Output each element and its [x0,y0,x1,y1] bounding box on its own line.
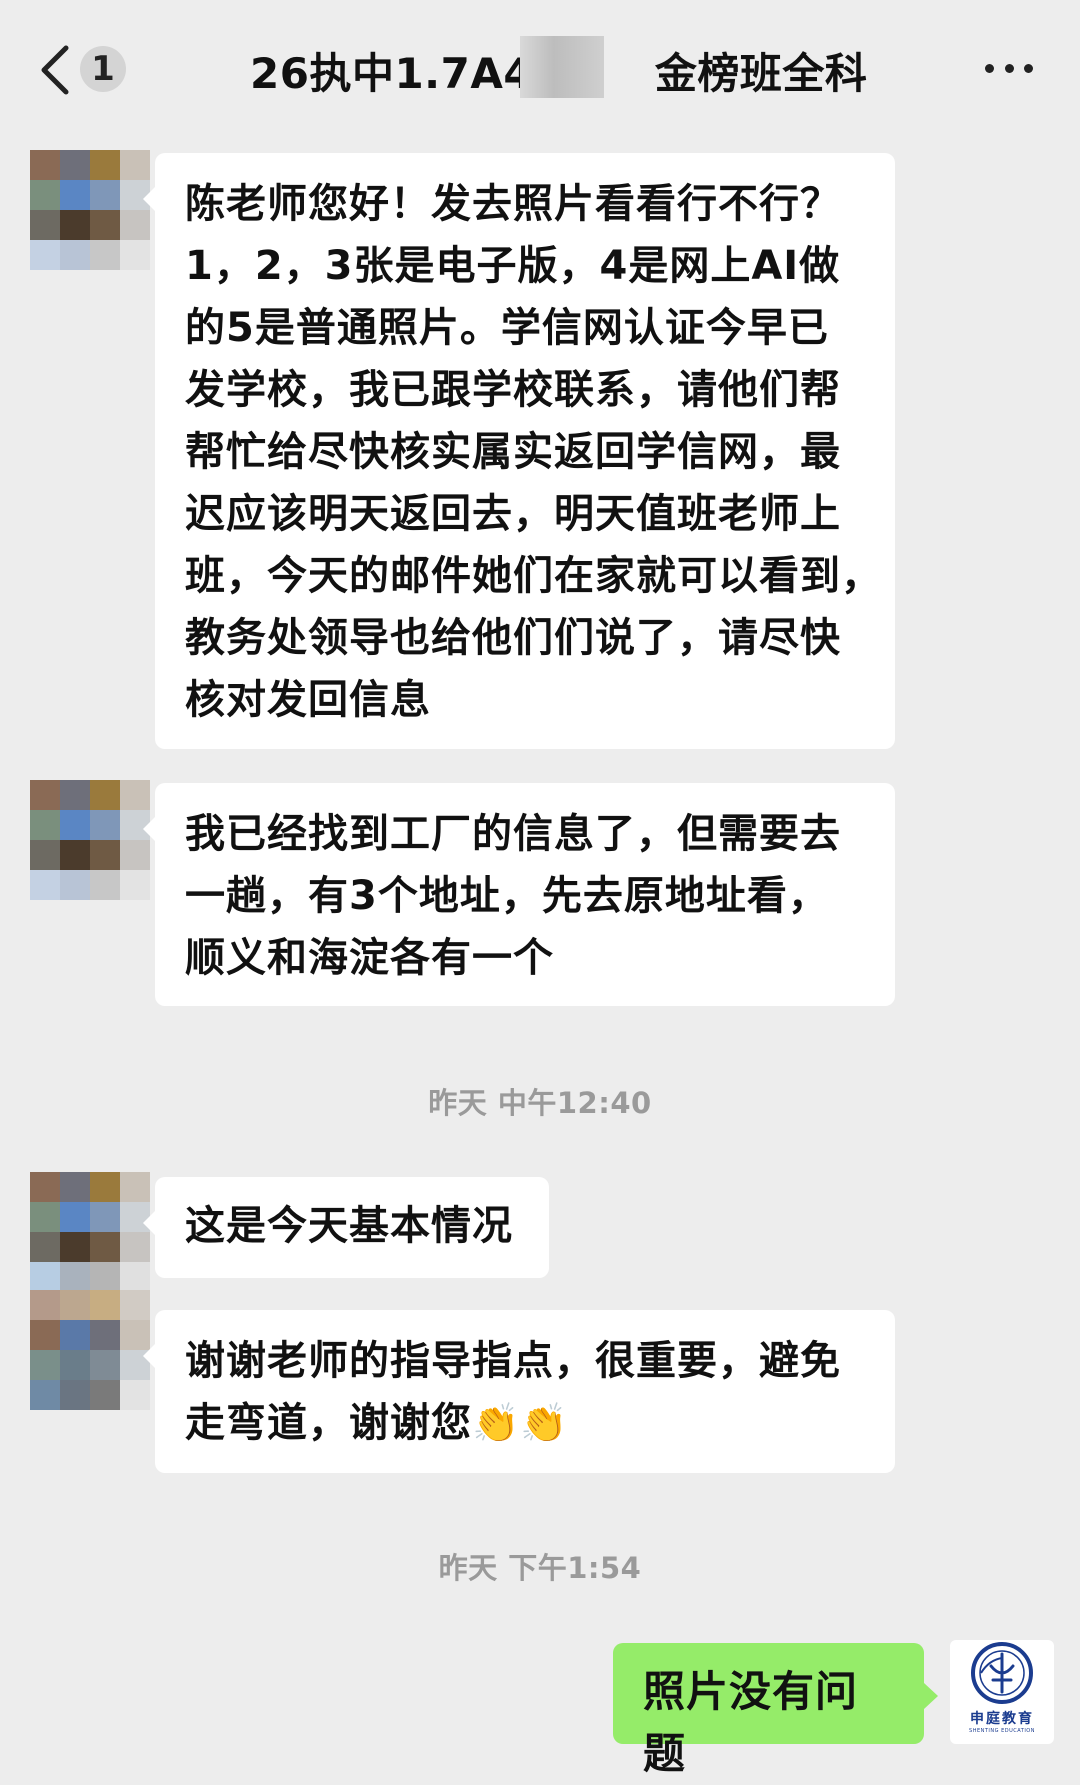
message-line: 班，今天的邮件她们在家就可以看到， [185,553,882,599]
message-line: 1，2，3张是电子版，4是网上AI做 [185,243,841,289]
message-line: 一趟，有3个地址，先去原地址看， [185,873,829,919]
unread-count-badge[interactable]: 1 [80,46,126,92]
message-bubble-outgoing[interactable]: 照片没有问题 [613,1643,938,1778]
chat-title-prefix: 26执中1.7A49 [250,49,563,98]
chat-title-suffix: 金榜班全科 [654,49,868,98]
message-line: 教务处领导也给他们们说了，请尽快 [185,615,841,661]
timestamp: 昨天 中午12:40 [428,1086,652,1120]
avatar[interactable] [30,1172,150,1292]
logo-subtitle: SHENTING EDUCATION [969,1728,1035,1734]
message-line: 我已经找到工厂的信息了，但需要去 [185,811,841,857]
avatar[interactable] [30,1290,150,1410]
message-line: 迟应该明天返回去，明天值班老师上 [185,491,841,537]
self-avatar[interactable]: 申庭教育 SHENTING EDUCATION [950,1640,1054,1744]
message-line: 发学校，我已跟学校联系，请他们帮 [185,367,841,413]
message-line: 核对发回信息 [185,677,431,723]
more-options-icon[interactable] [985,60,1033,76]
message-line: 走弯道，谢谢您👏👏 [185,1392,865,1454]
message-bubble-incoming[interactable]: 我已经找到工厂的信息了，但需要去 一趟，有3个地址，先去原地址看， 顺义和海淀各… [143,783,895,1006]
message-text: 照片没有问题 [643,1667,859,1778]
message-line: 陈老师您好！发去照片看看行不行？ [185,181,841,227]
timestamp: 昨天 下午1:54 [438,1551,642,1585]
top-bar: 1 26执中1.7A49 金榜班全科 [0,0,1080,140]
back-chevron-icon[interactable] [36,42,76,98]
avatar[interactable] [30,150,150,270]
message-bubble-incoming[interactable]: 这是今天基本情况 [143,1177,549,1278]
message-line: 谢谢老师的指导指点，很重要，避免 [185,1338,841,1384]
message-line: 顺义和海淀各有一个 [185,935,554,981]
redaction-block [520,36,604,98]
avatar[interactable] [30,780,150,900]
message-bubble-incoming[interactable]: 陈老师您好！发去照片看看行不行？ 1，2，3张是电子版，4是网上AI做 的5是普… [143,153,895,749]
clapping-hands-icon: 👏👏 [472,1401,569,1445]
logo-title: 申庭教育 [970,1711,1034,1727]
shenting-logo-icon [971,1642,1033,1704]
message-bubble-incoming[interactable]: 谢谢老师的指导指点，很重要，避免 走弯道，谢谢您👏👏 [143,1310,895,1473]
message-line: 帮忙给尽快核实属实返回学信网，最 [185,429,841,475]
message-line: 的5是普通照片。学信网认证今早已 [185,305,829,351]
message-text: 这是今天基本情况 [185,1203,513,1249]
message-line-text: 走弯道，谢谢您 [185,1400,472,1446]
